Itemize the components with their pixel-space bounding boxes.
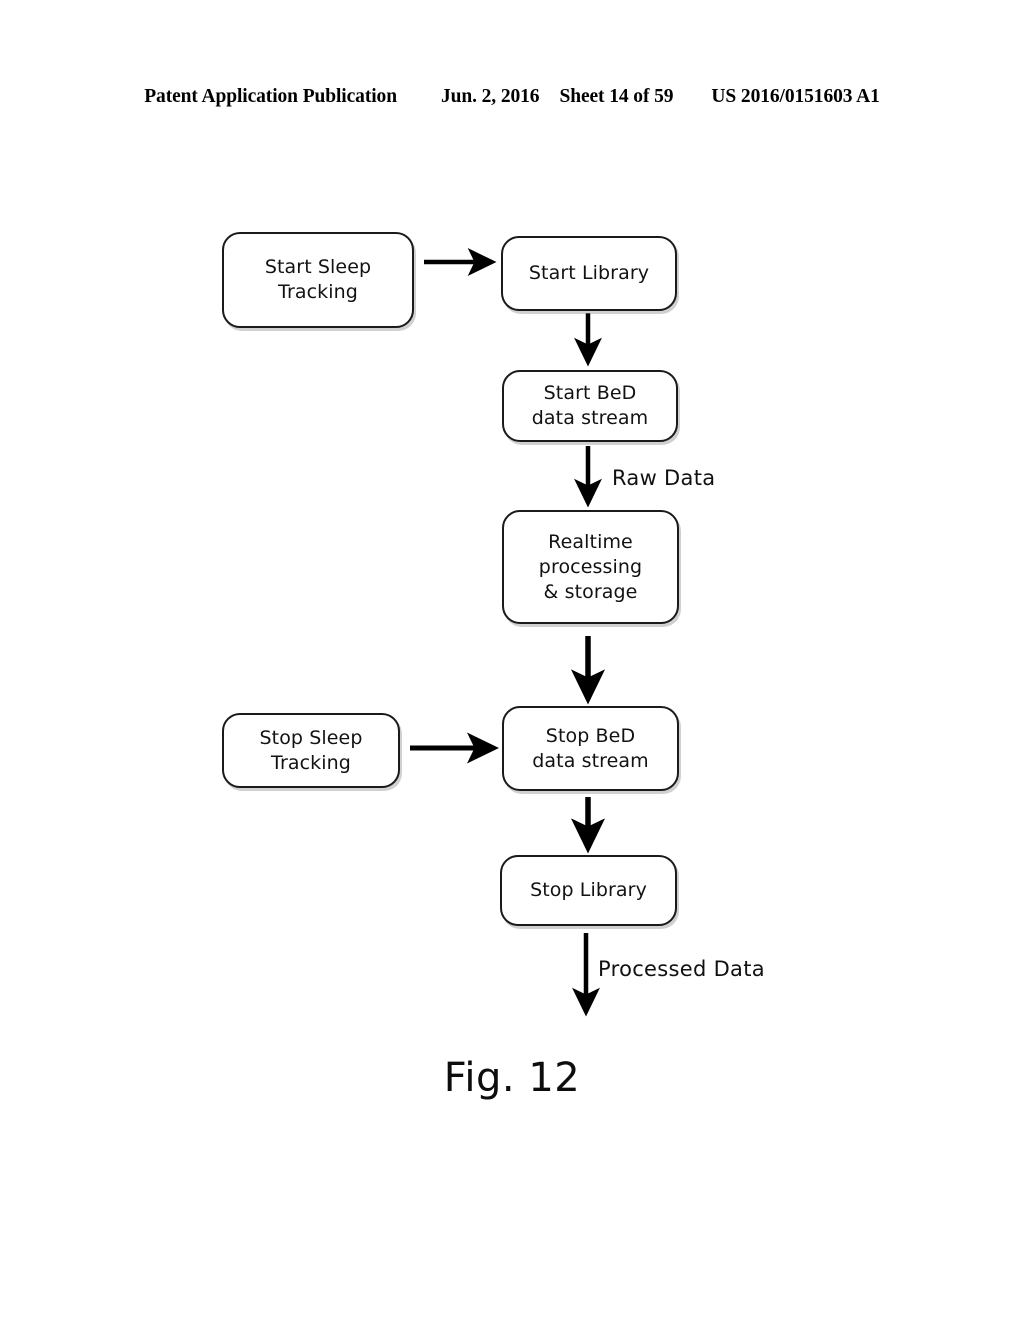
flow-node-label: Start Library xyxy=(528,262,650,284)
flow-node-stop-library: Stop Library xyxy=(500,855,677,926)
flow-node-label: Stop Sleep Tracking xyxy=(259,726,363,774)
flow-node-label: Stop Library xyxy=(530,879,647,901)
flow-node-stop-bed-data-stream: Stop BeD data stream xyxy=(502,706,679,791)
flow-node-stop-sleep-tracking: Stop Sleep Tracking xyxy=(222,713,400,788)
flow-node-start-library: Start Library xyxy=(501,236,677,311)
flow-node-label: Realtime processing & storage xyxy=(538,530,643,603)
flow-node-label: Start BeD data stream xyxy=(531,382,649,429)
flow-node-label: Start Sleep Tracking xyxy=(264,256,372,303)
flowchart-diagram: Start Sleep Tracking Start Library Start… xyxy=(0,0,1024,1320)
flow-node-start-sleep-tracking: Start Sleep Tracking xyxy=(222,232,414,328)
flowchart-arrow-layer xyxy=(410,248,606,1017)
edge-label-raw-data: Raw Data xyxy=(612,466,716,490)
flow-node-realtime-processing-and-storage: Realtime processing & storage xyxy=(502,510,679,624)
flow-node-label: Stop BeD data stream xyxy=(532,724,649,772)
edge-label-processed-data: Processed Data xyxy=(598,957,765,981)
flow-node-start-bed-data-stream: Start BeD data stream xyxy=(502,370,678,442)
figure-caption: Fig. 12 xyxy=(443,1055,581,1101)
